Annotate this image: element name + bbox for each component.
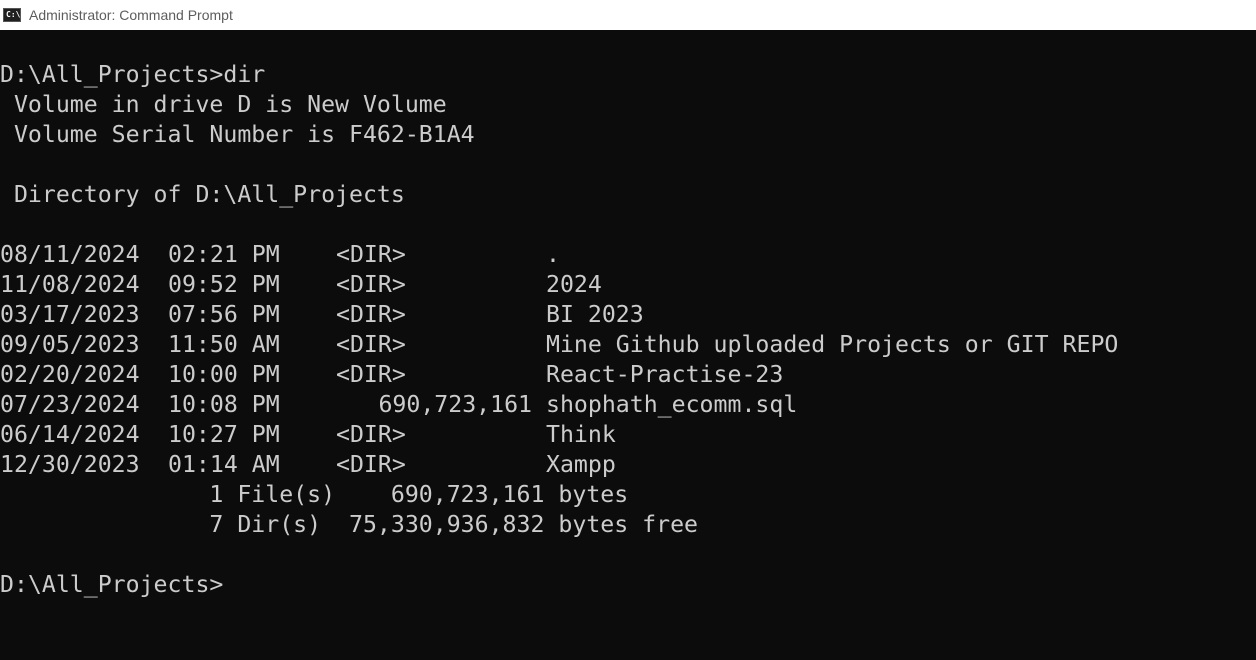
entry-date: 12/30/2023 <box>0 451 140 478</box>
list-item: 03/17/2023 07:56 PM <DIR> BI 2023 <box>0 300 1256 330</box>
entry-time: 10:00 PM <box>168 361 280 388</box>
entry-time: 01:14 AM <box>168 451 280 478</box>
entry-time: 07:56 PM <box>168 301 280 328</box>
entry-name: . <box>546 241 560 268</box>
command-prompt-icon: C:\. <box>3 8 25 22</box>
file-count-summary: 1 File(s) 690,723,161 bytes <box>0 481 629 508</box>
entry-time: 11:50 AM <box>168 331 280 358</box>
entry-type: <DIR> <box>336 421 406 448</box>
title-bar[interactable]: C:\. Administrator: Command Prompt <box>0 0 1256 30</box>
list-item: 09/05/2023 11:50 AM <DIR> Mine Github up… <box>0 330 1256 360</box>
list-item: 06/14/2024 10:27 PM <DIR> Think <box>0 420 1256 450</box>
console-output[interactable]: D:\All_Projects>dir Volume in drive D is… <box>0 30 1256 637</box>
entry-name: 2024 <box>546 271 602 298</box>
entry-time: 10:08 PM <box>168 391 280 418</box>
entry-time: 02:21 PM <box>168 241 280 268</box>
window-title: Administrator: Command Prompt <box>29 7 233 23</box>
entry-type: <DIR> <box>336 301 406 328</box>
entry-date: 06/14/2024 <box>0 421 140 448</box>
serial-number-line: Volume Serial Number is F462-B1A4 <box>0 121 475 148</box>
entry-type: <DIR> <box>336 451 406 478</box>
command-prompt-input[interactable]: D:\All_Projects> <box>0 570 223 600</box>
list-item: 02/20/2024 10:00 PM <DIR> React-Practise… <box>0 360 1256 390</box>
entry-date: 02/20/2024 <box>0 361 140 388</box>
entry-name: React-Practise-23 <box>546 361 784 388</box>
entry-time: 10:27 PM <box>168 421 280 448</box>
entry-type: <DIR> <box>336 331 406 358</box>
list-item: 08/11/2024 02:21 PM <DIR> . <box>0 240 1256 270</box>
entry-size: 690,723,161 <box>378 391 532 418</box>
entry-name: Mine Github uploaded Projects or GIT REP… <box>546 331 1119 358</box>
entry-date: 08/11/2024 <box>0 241 140 268</box>
entry-date: 11/08/2024 <box>0 271 140 298</box>
entry-name: shophath_ecomm.sql <box>546 391 798 418</box>
entry-date: 03/17/2023 <box>0 301 140 328</box>
entry-type: <DIR> <box>336 271 406 298</box>
entry-date: 07/23/2024 <box>0 391 140 418</box>
entry-time: 09:52 PM <box>168 271 280 298</box>
entry-name: BI 2023 <box>546 301 644 328</box>
list-item: 12/30/2023 01:14 AM <DIR> Xampp <box>0 450 1256 480</box>
dir-count-summary: 7 Dir(s) 75,330,936,832 bytes free <box>0 511 699 538</box>
prompt-command-line: D:\All_Projects>dir <box>0 61 266 88</box>
entry-type: <DIR> <box>336 241 406 268</box>
entry-date: 09/05/2023 <box>0 331 140 358</box>
entry-name: Xampp <box>546 451 616 478</box>
entry-name: Think <box>546 421 616 448</box>
directory-of-line: Directory of D:\All_Projects <box>0 181 405 208</box>
list-item: 07/23/2024 10:08 PM 690,723,161 shophath… <box>0 390 1256 420</box>
entry-type: <DIR> <box>336 361 406 388</box>
list-item: 11/08/2024 09:52 PM <DIR> 2024 <box>0 270 1256 300</box>
volume-label-line: Volume in drive D is New Volume <box>0 91 447 118</box>
